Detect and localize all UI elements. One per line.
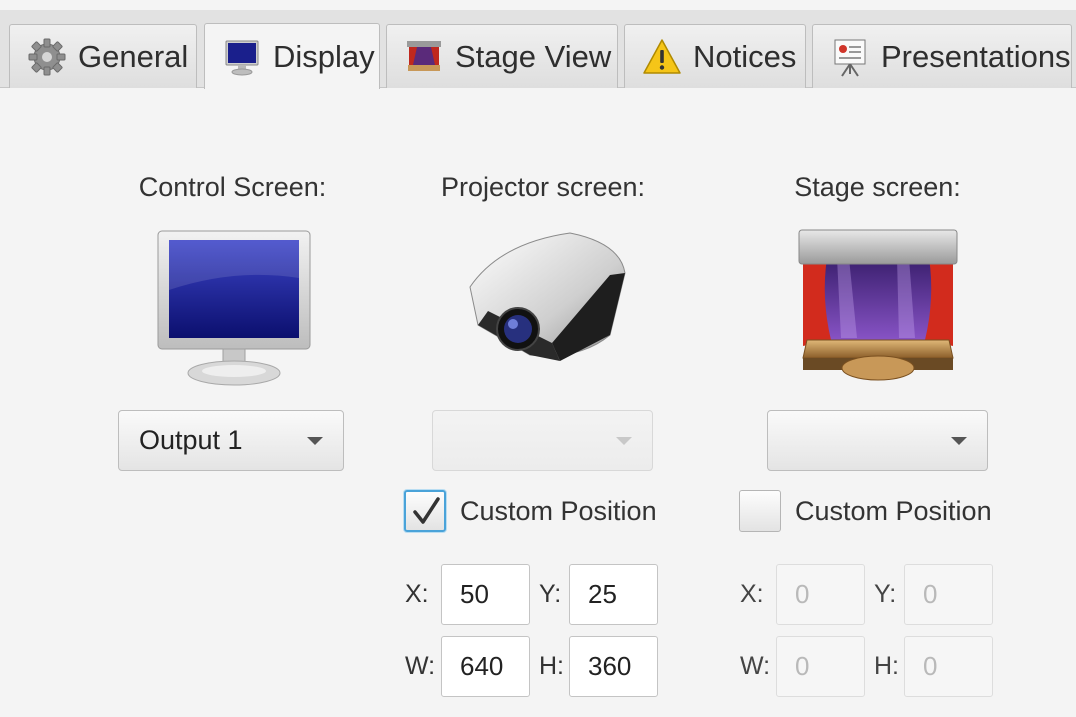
tab-presentations-label: Presentations [881, 38, 1071, 74]
stage-custom-position-label: Custom Position [795, 495, 992, 526]
tab-general[interactable]: General [9, 24, 197, 88]
stage-x-field[interactable]: 0 [776, 564, 865, 625]
projector-x-label: X: [405, 580, 429, 608]
monitor-image [155, 228, 313, 388]
chevron-down-icon [307, 437, 323, 445]
projector-screen-label: Projector screen: [440, 172, 646, 202]
stage-y-field[interactable]: 0 [904, 564, 993, 625]
tab-display-label: Display [273, 38, 375, 74]
stage-w-field[interactable]: 0 [776, 636, 865, 697]
stage-y-label: Y: [874, 580, 897, 608]
tab-display[interactable]: Display [204, 23, 380, 89]
projector-custom-position[interactable]: Custom Position [404, 490, 657, 532]
tab-stage-view-label: Stage View [455, 38, 612, 74]
chevron-down-icon [951, 437, 967, 445]
tab-notices[interactable]: Notices [624, 24, 806, 88]
chevron-down-icon [616, 437, 632, 445]
stage-icon [403, 36, 445, 78]
tab-general-label: General [78, 38, 189, 74]
checkmark-icon [413, 497, 440, 524]
projector-image [460, 225, 630, 370]
tab-strip: General Display Stage View Notices Prese… [0, 0, 1076, 89]
projector-screen-dropdown[interactable] [432, 410, 653, 471]
stage-w-label: W: [740, 652, 771, 680]
stage-custom-position-checkbox[interactable] [739, 490, 781, 532]
stage-screen-label: Stage screen: [794, 172, 961, 202]
monitor-icon [221, 36, 263, 78]
tab-stage-view[interactable]: Stage View [386, 24, 618, 88]
presentation-board-icon [829, 36, 871, 78]
control-screen-dropdown[interactable]: Output 1 [118, 410, 344, 471]
control-screen-selected: Output 1 [139, 425, 243, 455]
warning-icon [641, 36, 683, 78]
tab-notices-label: Notices [693, 38, 797, 74]
stage-h-label: H: [874, 652, 899, 680]
tab-presentations[interactable]: Presentations [812, 24, 1072, 88]
stage-screen-dropdown[interactable] [767, 410, 988, 471]
projector-y-field[interactable]: 25 [569, 564, 658, 625]
gear-icon [26, 36, 68, 78]
projector-custom-position-label: Custom Position [460, 495, 657, 526]
stage-custom-position[interactable]: Custom Position [739, 490, 992, 532]
projector-custom-position-checkbox[interactable] [404, 490, 446, 532]
projector-y-label: Y: [539, 580, 562, 608]
projector-w-label: W: [405, 652, 436, 680]
stage-image [797, 228, 959, 390]
projector-x-field[interactable]: 50 [441, 564, 530, 625]
stage-x-label: X: [740, 580, 764, 608]
projector-h-field[interactable]: 360 [569, 636, 658, 697]
stage-h-field[interactable]: 0 [904, 636, 993, 697]
projector-h-label: H: [539, 652, 564, 680]
tab-strip-top [0, 0, 1076, 10]
control-screen-label: Control Screen: [138, 172, 327, 202]
projector-w-field[interactable]: 640 [441, 636, 530, 697]
